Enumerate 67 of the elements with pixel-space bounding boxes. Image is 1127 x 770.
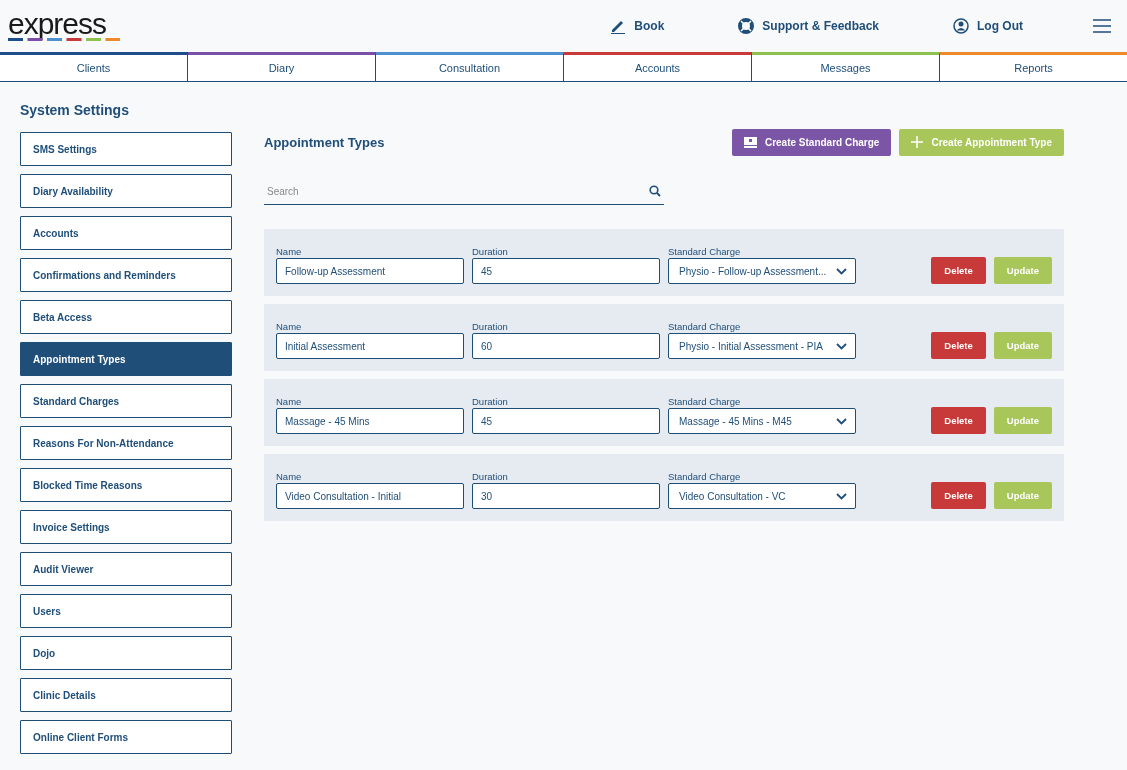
settings-menu-item[interactable]: Diary Availability bbox=[20, 174, 232, 208]
delete-button[interactable]: Delete bbox=[931, 257, 986, 284]
settings-menu-item[interactable]: Users bbox=[20, 594, 232, 628]
delete-button[interactable]: Delete bbox=[931, 482, 986, 509]
field-label: Standard Charge bbox=[668, 396, 742, 407]
settings-menu-item[interactable]: Clinic Details bbox=[20, 678, 232, 712]
field-label: Duration bbox=[472, 396, 509, 407]
field-label: Duration bbox=[472, 471, 509, 482]
settings-menu-item[interactable]: Appointment Types bbox=[20, 342, 232, 376]
duration-field[interactable]: 45 bbox=[472, 258, 660, 284]
field-label: Duration bbox=[472, 246, 509, 257]
charge-dropdown[interactable]: Physio - Initial Assessment - PIA bbox=[668, 333, 856, 359]
nav-tab[interactable]: Consultation bbox=[376, 52, 564, 81]
charge-dropdown[interactable]: Video Consultation - VC bbox=[668, 483, 856, 509]
chevron-icon bbox=[836, 342, 847, 350]
chevron-icon bbox=[836, 267, 847, 275]
search-field[interactable]: Search bbox=[264, 178, 664, 205]
settings-menu-item[interactable]: Invoice Settings bbox=[20, 510, 232, 544]
field-label: Name bbox=[276, 321, 303, 332]
delete-button[interactable]: Delete bbox=[931, 407, 986, 434]
search-icon bbox=[649, 185, 661, 197]
chevron-icon bbox=[836, 417, 847, 425]
nav-tab[interactable]: Reports bbox=[940, 52, 1127, 81]
name-field[interactable]: Massage - 45 Mins bbox=[276, 408, 464, 434]
settings-menu-item[interactable]: SMS Settings bbox=[20, 132, 232, 166]
field-label: Standard Charge bbox=[668, 321, 742, 332]
field-label: Name bbox=[276, 396, 303, 407]
settings-menu-item[interactable]: Confirmations and Reminders bbox=[20, 258, 232, 292]
settings-menu-item[interactable]: Standard Charges bbox=[20, 384, 232, 418]
header-link[interactable]: Book bbox=[610, 18, 665, 34]
delete-button[interactable]: Delete bbox=[931, 332, 986, 359]
card-icon bbox=[743, 136, 757, 148]
plus-icon bbox=[911, 136, 924, 148]
header-link[interactable]: Log Out bbox=[953, 18, 1023, 34]
settings-menu-item[interactable]: Accounts bbox=[20, 216, 232, 250]
nav-tab[interactable]: Clients bbox=[0, 52, 188, 81]
nav-tab[interactable]: Diary bbox=[188, 52, 376, 81]
header-link[interactable]: Support & Feedback bbox=[738, 18, 879, 34]
pencil-icon bbox=[610, 18, 627, 34]
duration-field[interactable]: 60 bbox=[472, 333, 660, 359]
section-title: Appointment Types bbox=[264, 134, 386, 150]
field-label: Standard Charge bbox=[668, 246, 742, 257]
user-icon bbox=[953, 18, 969, 34]
menu-icon[interactable] bbox=[1093, 19, 1111, 33]
duration-field[interactable]: 30 bbox=[472, 483, 660, 509]
field-label: Name bbox=[276, 471, 303, 482]
nav-tab[interactable]: Accounts bbox=[564, 52, 752, 81]
settings-menu-item[interactable]: Online Client Forms bbox=[20, 720, 232, 754]
charge-dropdown[interactable]: Massage - 45 Mins - M45 bbox=[668, 408, 856, 434]
nav-tab[interactable]: Messages bbox=[752, 52, 940, 81]
field-label: Name bbox=[276, 246, 303, 257]
field-label: Standard Charge bbox=[668, 471, 742, 482]
duration-field[interactable]: 45 bbox=[472, 408, 660, 434]
settings-menu-item[interactable]: Dojo bbox=[20, 636, 232, 670]
name-field[interactable]: Initial Assessment bbox=[276, 333, 464, 359]
sidebar-title: System Settings bbox=[20, 101, 130, 120]
settings-menu-item[interactable]: Beta Access bbox=[20, 300, 232, 334]
settings-menu-item[interactable]: Reasons For Non-Attendance bbox=[20, 426, 232, 460]
name-field[interactable]: Follow-up Assessment bbox=[276, 258, 464, 284]
field-label: Duration bbox=[472, 321, 509, 332]
charge-dropdown[interactable]: Physio - Follow-up Assessment... bbox=[668, 258, 856, 284]
settings-menu-item[interactable]: Audit Viewer bbox=[20, 552, 232, 586]
settings-menu-item[interactable]: Blocked Time Reasons bbox=[20, 468, 232, 502]
chevron-icon bbox=[836, 492, 847, 500]
create-button[interactable]: Create Standard Charge bbox=[731, 128, 892, 156]
name-field[interactable]: Video Consultation - Initial bbox=[276, 483, 464, 509]
lifebuoy-icon bbox=[738, 18, 755, 34]
